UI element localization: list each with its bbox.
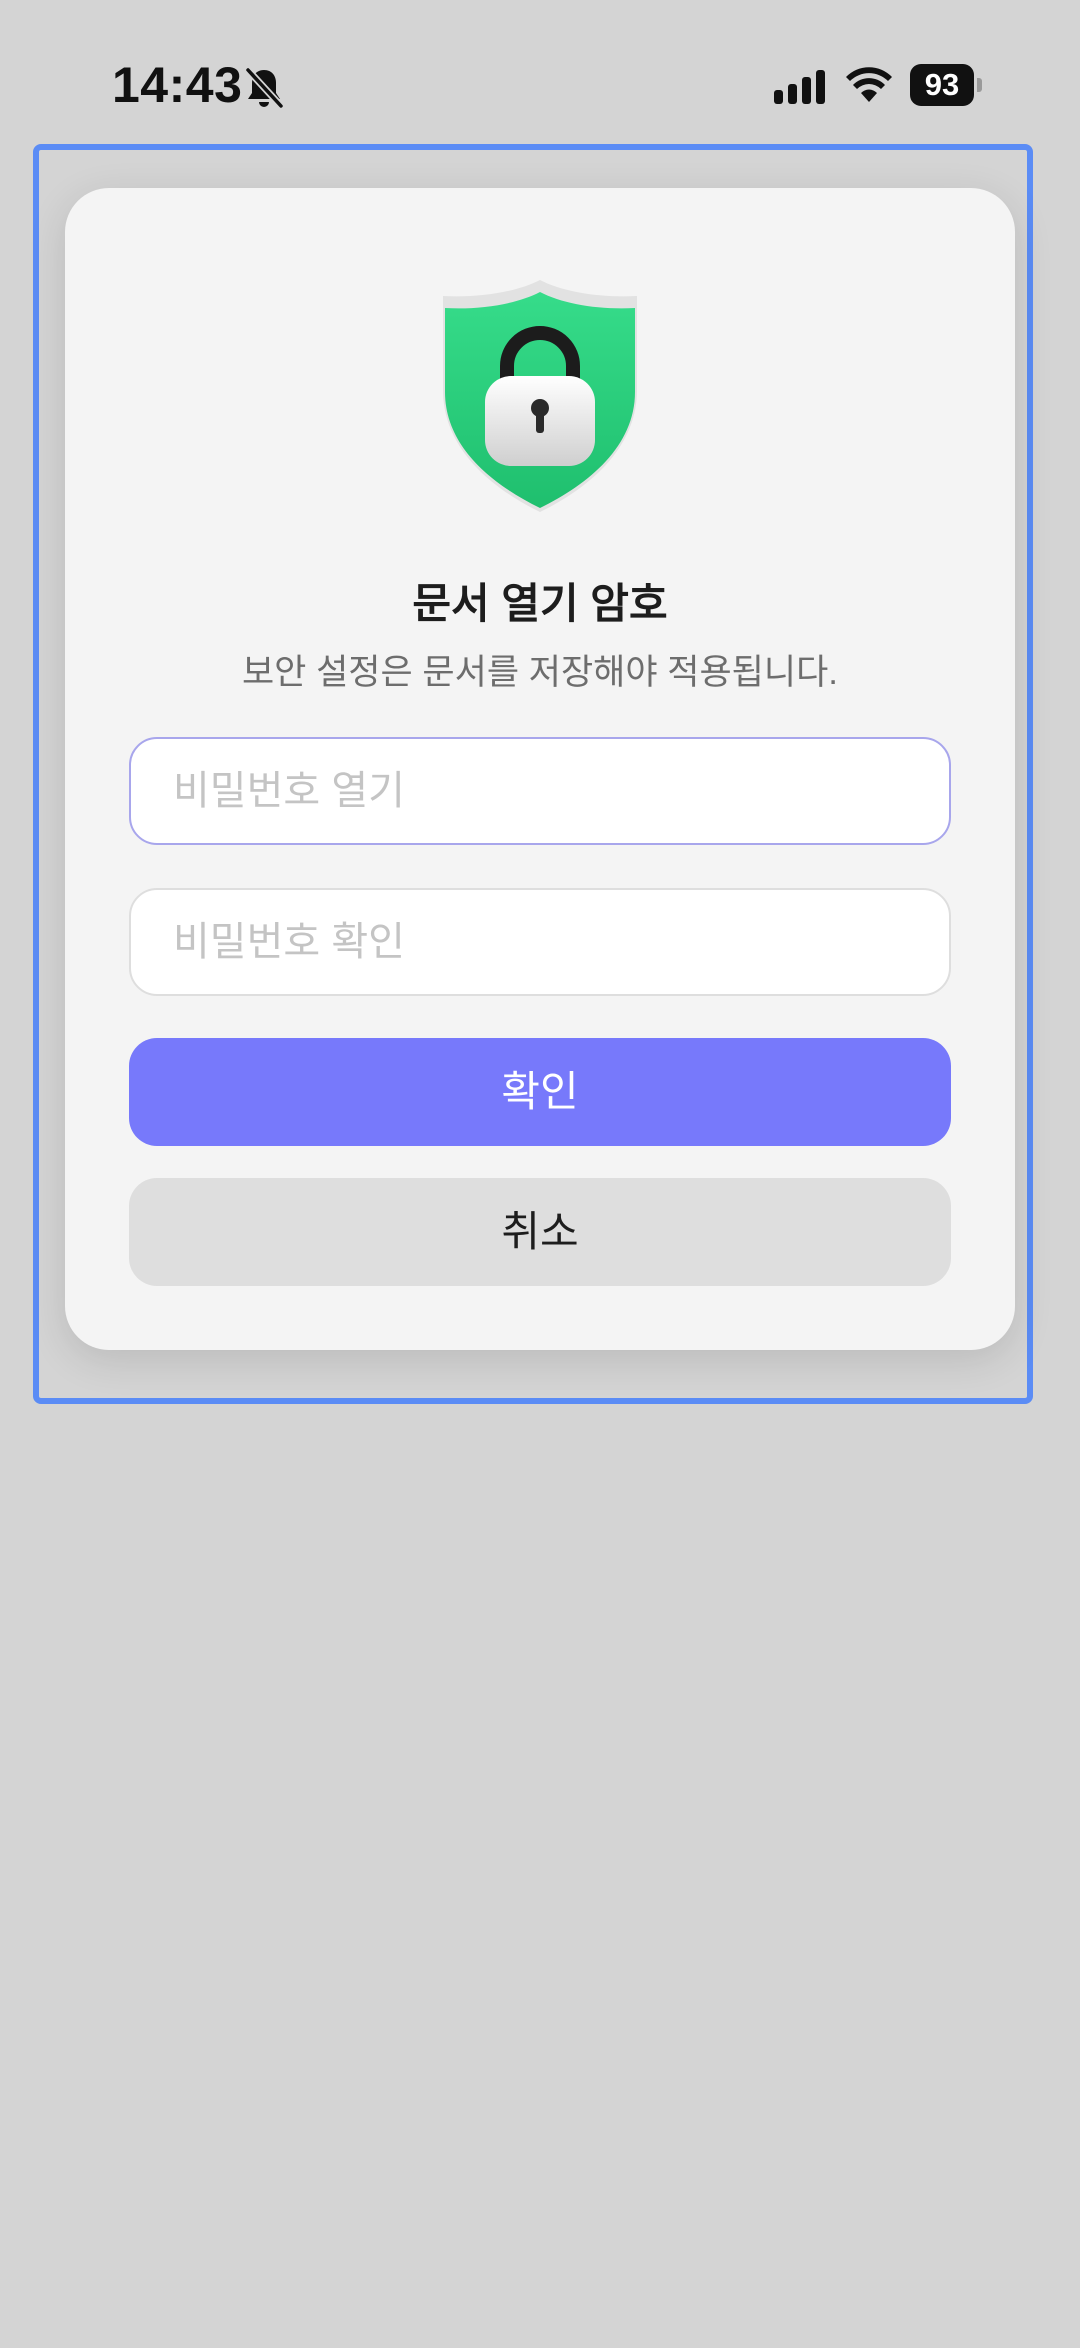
cancel-button[interactable]: 취소	[129, 1178, 951, 1286]
password-dialog: 문서 열기 암호 보안 설정은 문서를 저장해야 적용됩니다. 확인 취소	[65, 188, 1015, 1350]
wifi-icon	[846, 67, 892, 102]
open-password-input[interactable]	[129, 737, 951, 845]
battery-icon: 93	[910, 64, 982, 108]
cellular-signal-icon	[774, 70, 825, 104]
bell-slash-icon	[245, 67, 284, 109]
dialog-subtitle: 보안 설정은 문서를 저장해야 적용됩니다.	[241, 653, 839, 692]
confirm-password-input[interactable]	[129, 888, 951, 996]
shield-lock-icon	[443, 280, 637, 512]
confirm-button[interactable]: 확인	[129, 1038, 951, 1146]
battery-tip	[977, 78, 982, 92]
dialog-title: 문서 열기 암호	[412, 580, 668, 627]
battery-level: 93	[910, 64, 974, 106]
status-time: 14:43	[112, 57, 243, 113]
